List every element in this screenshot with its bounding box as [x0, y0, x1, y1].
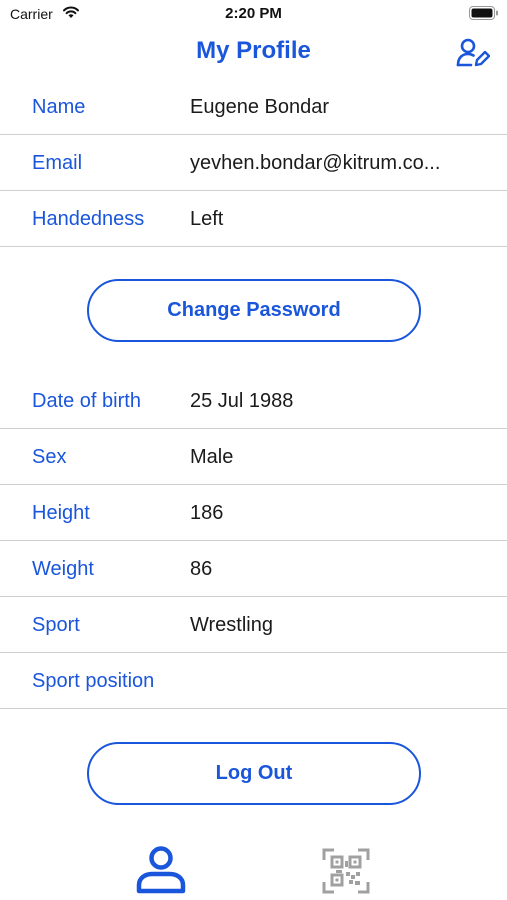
row-label: Sport position — [32, 670, 155, 692]
row-value: 25 Jul 1988 — [190, 390, 294, 412]
row-label: Name — [32, 96, 86, 118]
profile-row-email: Email yevhen.bondar@kitrum.co... — [0, 135, 507, 191]
tab-bar — [0, 830, 507, 900]
profile-icon[interactable] — [134, 846, 188, 894]
profile-row-handedness: Handedness Left — [0, 191, 507, 247]
profile-row-name: Name Eugene Bondar — [0, 79, 507, 135]
profile-row-weight: Weight 86 — [0, 541, 507, 597]
row-label: Sport — [32, 614, 80, 636]
row-value: yevhen.bondar@kitrum.co... — [190, 152, 441, 174]
profile-row-sport: Sport Wrestling — [0, 597, 507, 653]
status-bar: Carrier 2:20 PM — [0, 0, 507, 28]
user-edit-icon[interactable] — [456, 38, 490, 68]
row-label: Date of birth — [32, 390, 141, 412]
row-value: Eugene Bondar — [190, 96, 330, 118]
profile-row-height: Height 186 — [0, 485, 507, 541]
row-label: Sex — [32, 446, 67, 468]
row-value: Wrestling — [190, 614, 273, 636]
row-value: Left — [190, 208, 224, 230]
log-out-button[interactable]: Log Out — [87, 742, 421, 805]
row-label: Handedness — [32, 208, 145, 230]
change-password-button[interactable]: Change Password — [87, 279, 421, 342]
page-title: My Profile — [196, 37, 311, 64]
row-label: Email — [32, 152, 83, 174]
battery-icon — [469, 6, 498, 20]
qr-code-icon[interactable] — [322, 848, 370, 894]
row-label: Height — [32, 502, 90, 524]
profile-row-sport-position: Sport position — [0, 653, 507, 709]
status-time: 2:20 PM — [225, 5, 282, 22]
row-value: 186 — [190, 502, 224, 524]
profile-row-sex: Sex Male — [0, 429, 507, 485]
row-value: 86 — [190, 558, 213, 580]
row-label: Weight — [32, 558, 94, 580]
row-value: Male — [190, 446, 234, 468]
profile-row-date-of-birth: Date of birth 25 Jul 1988 — [0, 373, 507, 429]
